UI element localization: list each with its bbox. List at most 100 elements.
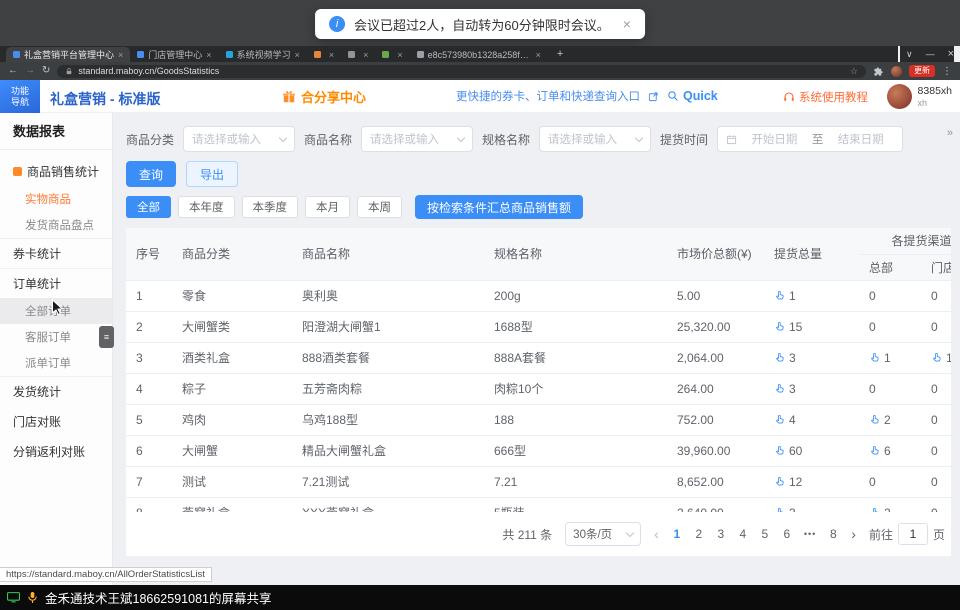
hq-count-value: 0: [869, 475, 876, 489]
sidebar-item[interactable]: 实物商品: [0, 186, 112, 212]
sidebar-item[interactable]: 发货商品盘点: [0, 212, 112, 238]
range-tab-quarter[interactable]: 本季度: [242, 196, 299, 218]
page-number[interactable]: 8: [828, 527, 838, 541]
user-avatar: [887, 84, 912, 109]
table-row: 5鸡肉乌鸡188型188752.00420: [126, 404, 951, 435]
sidebar-item[interactable]: 派单订单: [0, 350, 112, 376]
table-row: 2大闸蟹类阳澄湖大闸蟹11688型25,320.001500: [126, 311, 951, 342]
tab-close-icon[interactable]: [118, 50, 123, 60]
tab-close-icon[interactable]: [329, 50, 334, 60]
action-buttons: 查询 导出: [126, 161, 238, 187]
browser-tab[interactable]: 系统视频学习: [219, 47, 307, 62]
tutorial-link[interactable]: 系统使用教程: [783, 89, 868, 105]
export-button[interactable]: 导出: [186, 161, 238, 187]
tab-close-icon[interactable]: [363, 50, 368, 60]
table-row: 6大闸蟹精品大闸蟹礼盒666型39,960.006060: [126, 435, 951, 466]
tab-close-icon[interactable]: [206, 50, 211, 60]
refresh-icon[interactable]: ↻: [42, 66, 50, 76]
quick-search[interactable]: Quick: [667, 89, 718, 103]
browser-tab[interactable]: [307, 47, 341, 62]
store-count-value: 0: [931, 382, 938, 396]
browser-tab[interactable]: 门店管理中心: [130, 47, 218, 62]
sidebar-item[interactable]: 商品销售统计: [0, 156, 112, 186]
prev-page-icon[interactable]: [654, 526, 659, 542]
pick-count-icon: [774, 321, 785, 332]
toast-close-icon[interactable]: [623, 16, 631, 32]
screen: i 会议已超过2人，自动转为60分钟限时会议。 礼盒营销平台管理中心门店管理中心…: [0, 0, 960, 610]
range-tab-all[interactable]: 全部: [126, 196, 171, 218]
cell-spec: 肉粽10个: [484, 373, 667, 404]
sidebar-item-label: 派单订单: [25, 355, 71, 371]
back-icon[interactable]: ←: [8, 66, 18, 76]
page-number[interactable]: 5: [760, 527, 770, 541]
page-number[interactable]: 6: [782, 527, 792, 541]
quick-entry-tip[interactable]: 更快捷的券卡、订单和快递查询入口: [456, 88, 640, 104]
tab-search-icon[interactable]: [906, 49, 913, 60]
goto-page-input[interactable]: [898, 523, 928, 545]
tab-close-icon[interactable]: [397, 50, 402, 60]
sidebar-item[interactable]: 券卡统计: [0, 238, 112, 268]
page-size-select[interactable]: 30条/页: [565, 522, 641, 546]
page-ellipsis[interactable]: •••: [804, 529, 816, 539]
headset-icon: [783, 91, 795, 103]
hq-count-cell: 2: [859, 497, 921, 512]
query-button[interactable]: 查询: [126, 161, 176, 187]
cell-product-name: 五芳斋肉粽: [292, 373, 484, 404]
hq-count-value: 0: [869, 382, 876, 396]
sidebar-item[interactable]: 订单统计: [0, 268, 112, 298]
table-card: 序号 商品分类 商品名称 规格名称 市场价总额(¥) 提货总量 各提货渠道 总部…: [126, 228, 951, 556]
browser-profile-avatar[interactable]: [891, 66, 902, 77]
range-tab-week[interactable]: 本周: [357, 196, 402, 218]
hq-count-cell: 0: [859, 373, 921, 404]
page-number[interactable]: 1: [672, 527, 682, 541]
pick-count-cell: 3: [764, 497, 859, 512]
function-nav-badge[interactable]: 功能 导航: [0, 80, 40, 113]
sidebar-item[interactable]: 发货统计: [0, 376, 112, 406]
share-center-link[interactable]: 合分享中心: [282, 87, 366, 106]
close-window-icon[interactable]: [948, 48, 954, 60]
browser-tab[interactable]: [375, 47, 409, 62]
sidebar-item[interactable]: 全部订单: [0, 298, 112, 324]
forward-icon[interactable]: →: [25, 66, 35, 76]
cell-product-name: 奥利奥: [292, 280, 484, 311]
user-box[interactable]: 8385xh xh: [887, 84, 952, 109]
page-number[interactable]: 2: [694, 527, 704, 541]
page-number[interactable]: 4: [738, 527, 748, 541]
product-name-select[interactable]: 请选择或输入: [361, 126, 473, 152]
browser-update-button[interactable]: 更新: [909, 65, 935, 77]
pick-count-value: 60: [789, 444, 802, 458]
sidebar-item[interactable]: 门店对账: [0, 406, 112, 436]
browser-menu-icon[interactable]: [942, 66, 952, 77]
filter-label-spec: 规格名称: [482, 131, 530, 148]
sidebar-item[interactable]: 客服订单: [0, 324, 112, 350]
filter-collapse-icon[interactable]: [947, 127, 953, 139]
sidebar-collapse-handle[interactable]: [99, 326, 114, 348]
date-range-separator: 至: [812, 131, 824, 147]
minimize-icon[interactable]: [926, 49, 935, 59]
category-select[interactable]: 请选择或输入: [183, 126, 295, 152]
sidebar-item-label: 实物商品: [25, 191, 71, 207]
hq-count-value: 2: [884, 506, 891, 513]
next-page-icon[interactable]: [851, 526, 856, 542]
new-tab-button[interactable]: [548, 48, 572, 60]
sidebar-item[interactable]: 分销返利对账: [0, 436, 112, 466]
tab-favicon-icon: [348, 51, 355, 58]
summary-button[interactable]: 按检索条件汇总商品销售额: [415, 195, 583, 219]
filter-label-category: 商品分类: [126, 131, 174, 148]
range-tab-month[interactable]: 本月: [305, 196, 350, 218]
spec-select[interactable]: 请选择或输入: [539, 126, 651, 152]
quick-label: Quick: [683, 89, 718, 103]
cell-category: 测试: [172, 466, 292, 497]
page-number[interactable]: 3: [716, 527, 726, 541]
omnibox[interactable]: standard.maboy.cn/GoodsStatistics ☆: [57, 65, 866, 78]
chevron-down-icon: [457, 133, 465, 141]
tab-close-icon[interactable]: [536, 50, 541, 60]
range-tab-year[interactable]: 本年度: [178, 196, 235, 218]
browser-tab[interactable]: 礼盒营销平台管理中心: [6, 47, 130, 62]
tab-close-icon[interactable]: [295, 50, 300, 60]
bookmark-star-icon[interactable]: ☆: [850, 66, 858, 77]
browser-tab[interactable]: e8c573980b1328a258fd2e6f: [410, 47, 548, 62]
browser-tab[interactable]: [341, 47, 375, 62]
pickup-date-range[interactable]: 开始日期 至 结束日期: [717, 126, 903, 152]
extensions-puzzle-icon[interactable]: [873, 66, 884, 77]
